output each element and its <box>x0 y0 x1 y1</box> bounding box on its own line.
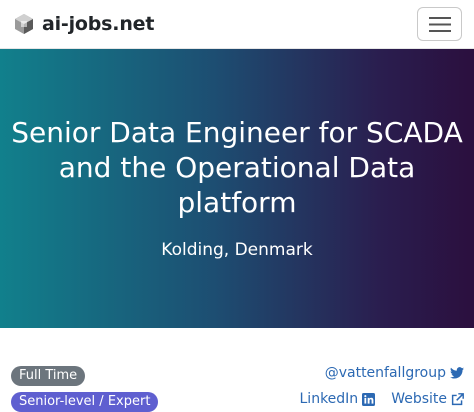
ai-jobs-logo-icon <box>15 14 33 34</box>
brand-name: ai-jobs.net <box>42 13 155 35</box>
linkedin-label: LinkedIn <box>299 391 359 407</box>
linkedin-icon <box>362 392 376 406</box>
employment-type-badge[interactable]: Full Time <box>11 366 86 386</box>
website-label: Website <box>391 391 447 407</box>
company-links: LinkedIn Website <box>300 389 465 409</box>
hamburger-icon <box>429 17 451 32</box>
top-navbar: ai-jobs.net <box>0 0 474 49</box>
twitter-link[interactable]: @vattenfallgroup <box>325 365 464 381</box>
job-hero-banner: Senior Data Engineer for SCADA and the O… <box>0 49 474 328</box>
website-link[interactable]: Website <box>391 391 464 407</box>
external-link-icon <box>451 392 464 405</box>
job-details: Full Time Senior-level / Expert @vattenf… <box>0 328 474 412</box>
twitter-handle: @vattenfallgroup <box>324 365 446 381</box>
menu-toggle-button[interactable] <box>417 7 462 41</box>
linkedin-link[interactable]: LinkedIn <box>300 391 376 407</box>
brand-link[interactable]: ai-jobs.net <box>12 11 154 37</box>
job-title: Senior Data Engineer for SCADA and the O… <box>11 116 463 219</box>
twitter-bird-icon <box>450 367 464 379</box>
seniority-level-badge[interactable]: Senior-level / Expert <box>11 392 159 412</box>
job-location: Kolding, Denmark <box>161 240 313 260</box>
company-twitter: @vattenfallgroup <box>325 363 464 383</box>
